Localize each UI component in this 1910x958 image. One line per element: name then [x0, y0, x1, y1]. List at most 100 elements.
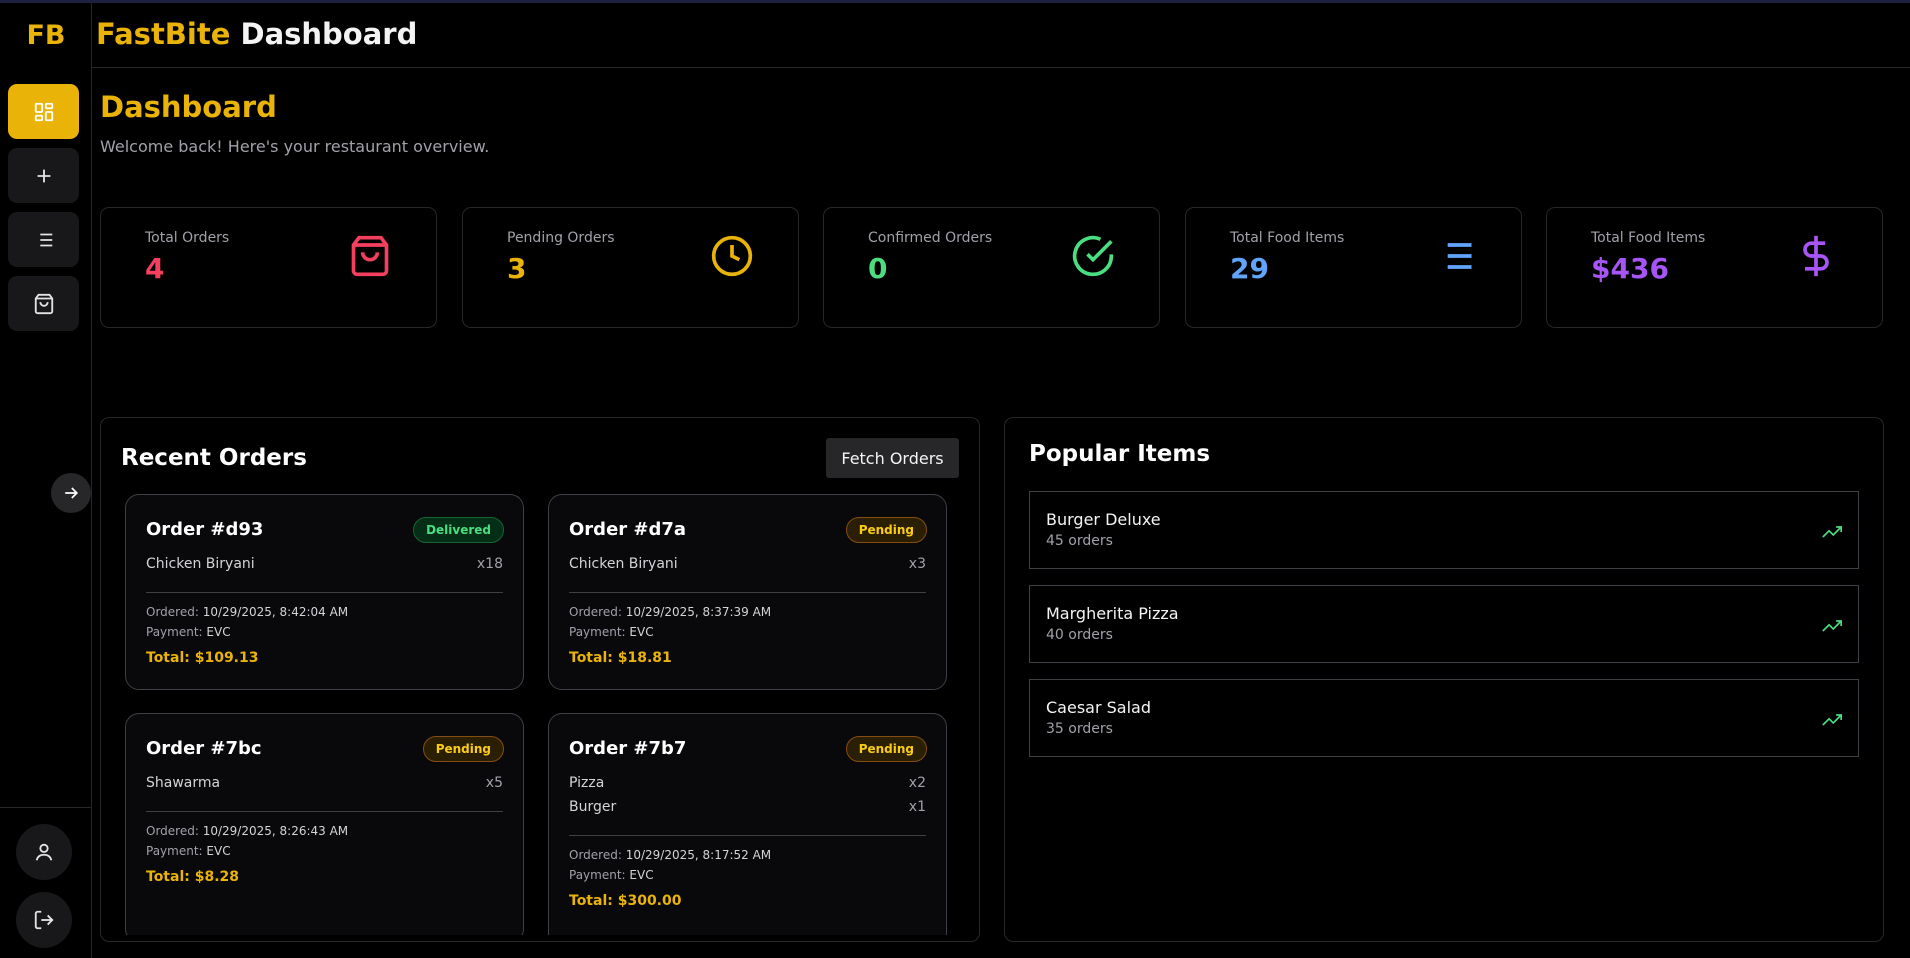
app-title: FastBite Dashboard: [96, 17, 417, 51]
order-payment: Payment: EVC: [569, 868, 654, 882]
profile-button[interactable]: [16, 824, 72, 880]
shopping-bag-icon: [351, 235, 389, 277]
item-name: Chicken Biryani: [146, 556, 255, 572]
stat-value: 0: [868, 252, 888, 285]
fetch-orders-button[interactable]: Fetch Orders: [826, 438, 959, 478]
item-qty: x18: [476, 556, 503, 572]
trending-up-icon: [1822, 526, 1842, 538]
stat-value: 29: [1230, 252, 1269, 285]
sidebar-divider: [0, 807, 92, 808]
payment-label: Payment:: [146, 844, 203, 858]
item-name: Shawarma: [146, 775, 221, 791]
stat-card-pending-orders: Pending Orders 3: [462, 207, 799, 328]
expand-sidebar-button[interactable]: [51, 473, 91, 513]
order-card[interactable]: Order #7bc Pending Shawarma x5 Ordered: …: [125, 713, 524, 935]
order-id: Order #7bc: [146, 738, 262, 759]
ordered-label: Ordered:: [146, 824, 199, 838]
popular-item[interactable]: Margherita Pizza 40 orders: [1029, 585, 1859, 663]
ordered-label: Ordered:: [569, 848, 622, 862]
popular-item-name: Caesar Salad: [1046, 698, 1151, 717]
item-qty: x5: [485, 775, 503, 791]
order-id: Order #7b7: [569, 738, 687, 759]
status-badge: Pending: [422, 736, 504, 762]
order-item: Chicken Biryani x3: [569, 556, 926, 572]
order-total: Total: $18.81: [569, 650, 672, 666]
popular-items-panel: Popular Items Burger Deluxe 45 orders Ma…: [1004, 417, 1884, 942]
recent-orders-title: Recent Orders: [121, 445, 307, 471]
popular-item[interactable]: Burger Deluxe 45 orders: [1029, 491, 1859, 569]
stat-label: Pending Orders: [507, 230, 615, 246]
payment-value: EVC: [629, 625, 654, 639]
order-divider: [146, 592, 503, 593]
ordered-label: Ordered:: [146, 605, 199, 619]
order-payment: Payment: EVC: [146, 625, 231, 639]
sidebar-item-orders[interactable]: [8, 276, 79, 331]
order-card[interactable]: Order #d7a Pending Chicken Biryani x3 Or…: [548, 494, 947, 690]
app-brand: FastBite: [96, 17, 231, 51]
dollar-icon: [1803, 235, 1829, 277]
popular-item-orders: 45 orders: [1046, 533, 1113, 549]
stat-value: $436: [1591, 252, 1669, 285]
order-item: Pizza x2: [569, 775, 926, 791]
payment-value: EVC: [206, 625, 231, 639]
recent-orders-panel: Recent Orders Fetch Orders Order #d93 De…: [100, 417, 980, 942]
popular-item-name: Margherita Pizza: [1046, 604, 1179, 623]
order-id: Order #d7a: [569, 519, 687, 540]
user-icon: [35, 843, 53, 861]
stat-label: Total Food Items: [1230, 230, 1345, 246]
order-item: Shawarma x5: [146, 775, 503, 791]
trending-up-icon: [1822, 714, 1842, 726]
popular-items-title: Popular Items: [1029, 441, 1211, 467]
app-title-rest: Dashboard: [240, 17, 418, 51]
stat-card-revenue: Total Food Items $436: [1546, 207, 1883, 328]
order-divider: [569, 592, 926, 593]
logout-icon: [34, 910, 54, 930]
stat-card-confirmed-orders: Confirmed Orders 0: [823, 207, 1160, 328]
ordered-value: 10/29/2025, 8:26:43 AM: [202, 824, 349, 838]
popular-item[interactable]: Caesar Salad 35 orders: [1029, 679, 1859, 757]
ordered-value: 10/29/2025, 8:37:39 AM: [625, 605, 772, 619]
order-total: Total: $300.00: [569, 893, 682, 909]
list-icon: [35, 233, 52, 246]
order-total: Total: $8.28: [146, 869, 240, 885]
order-divider: [569, 835, 926, 836]
sidebar-item-list[interactable]: [8, 212, 79, 267]
item-name: Pizza: [569, 775, 605, 791]
item-qty: x1: [908, 799, 926, 815]
order-divider: [146, 811, 503, 812]
payment-label: Payment:: [146, 625, 203, 639]
item-name: Chicken Biryani: [569, 556, 678, 572]
logout-button[interactable]: [16, 892, 72, 948]
order-card[interactable]: Order #7b7 Pending Pizza x2 Burger x1 Or…: [548, 713, 947, 935]
popular-item-name: Burger Deluxe: [1046, 510, 1161, 529]
ordered-value: 10/29/2025, 8:42:04 AM: [202, 605, 349, 619]
app-logo[interactable]: FB: [0, 3, 92, 68]
order-item: Chicken Biryani x18: [146, 556, 503, 572]
stat-label: Total Food Items: [1591, 230, 1706, 246]
stat-card-total-food-items: Total Food Items 29: [1185, 207, 1522, 328]
order-date: Ordered: 10/29/2025, 8:17:52 AM: [569, 848, 771, 862]
page-subtitle: Welcome back! Here's your restaurant ove…: [100, 137, 490, 156]
stat-label: Confirmed Orders: [868, 230, 993, 246]
plus-icon: [37, 169, 50, 182]
payment-value: EVC: [206, 844, 231, 858]
sidebar-item-add[interactable]: [8, 148, 79, 203]
top-header: FastBite Dashboard: [92, 3, 1910, 68]
sidebar-item-dashboard[interactable]: [8, 84, 79, 139]
stat-value: 3: [507, 252, 527, 285]
order-date: Ordered: 10/29/2025, 8:26:43 AM: [146, 824, 348, 838]
arrow-right-icon: [65, 487, 79, 499]
status-badge: Pending: [845, 517, 927, 543]
stat-label: Total Orders: [145, 230, 230, 246]
order-date: Ordered: 10/29/2025, 8:42:04 AM: [146, 605, 348, 619]
order-card[interactable]: Order #d93 Delivered Chicken Biryani x18…: [125, 494, 524, 690]
popular-item-orders: 35 orders: [1046, 721, 1113, 737]
item-qty: x2: [908, 775, 926, 791]
order-payment: Payment: EVC: [569, 625, 654, 639]
grid-icon: [34, 102, 53, 121]
ordered-label: Ordered:: [569, 605, 622, 619]
orders-grid[interactable]: Order #d93 Delivered Chicken Biryani x18…: [121, 494, 981, 935]
stat-card-total-orders: Total Orders 4: [100, 207, 437, 328]
order-item: Burger x1: [569, 799, 926, 815]
order-id: Order #d93: [146, 519, 264, 540]
